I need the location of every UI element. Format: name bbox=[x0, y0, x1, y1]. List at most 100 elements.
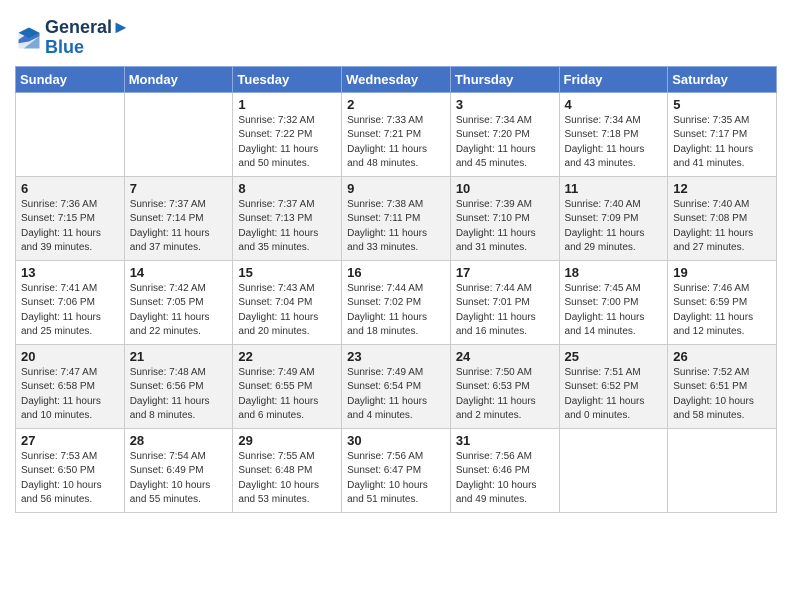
day-info: Sunrise: 7:52 AM Sunset: 6:51 PM Dayligh… bbox=[673, 366, 771, 424]
day-number: 1 bbox=[238, 97, 336, 112]
day-info: Sunrise: 7:44 AM Sunset: 7:02 PM Dayligh… bbox=[347, 282, 445, 340]
calendar-week-3: 13 Sunrise: 7:41 AM Sunset: 7:06 PM Dayli… bbox=[16, 260, 777, 344]
calendar-cell: 4 Sunrise: 7:34 AM Sunset: 7:18 PM Daylig… bbox=[559, 92, 668, 176]
logo: General► Blue bbox=[15, 18, 130, 58]
day-info: Sunrise: 7:49 AM Sunset: 6:55 PM Dayligh… bbox=[238, 366, 336, 424]
weekday-header-sunday: Sunday bbox=[16, 66, 125, 92]
calendar-cell: 22 Sunrise: 7:49 AM Sunset: 6:55 PM Dayli… bbox=[233, 344, 342, 428]
calendar-cell: 13 Sunrise: 7:41 AM Sunset: 7:06 PM Dayli… bbox=[16, 260, 125, 344]
day-number: 16 bbox=[347, 265, 445, 280]
calendar-cell: 16 Sunrise: 7:44 AM Sunset: 7:02 PM Dayli… bbox=[342, 260, 451, 344]
day-info: Sunrise: 7:33 AM Sunset: 7:21 PM Dayligh… bbox=[347, 114, 445, 172]
day-number: 24 bbox=[456, 349, 554, 364]
day-info: Sunrise: 7:37 AM Sunset: 7:13 PM Dayligh… bbox=[238, 198, 336, 256]
calendar-cell: 14 Sunrise: 7:42 AM Sunset: 7:05 PM Dayli… bbox=[124, 260, 233, 344]
day-number: 13 bbox=[21, 265, 119, 280]
day-number: 30 bbox=[347, 433, 445, 448]
day-number: 17 bbox=[456, 265, 554, 280]
calendar-cell: 8 Sunrise: 7:37 AM Sunset: 7:13 PM Daylig… bbox=[233, 176, 342, 260]
calendar-week-5: 27Sunrise: 7:53 AM Sunset: 6:50 PM Dayli… bbox=[16, 428, 777, 512]
day-number: 10 bbox=[456, 181, 554, 196]
calendar-week-1: 1 Sunrise: 7:32 AM Sunset: 7:22 PM Daylig… bbox=[16, 92, 777, 176]
day-info: Sunrise: 7:56 AM Sunset: 6:46 PM Dayligh… bbox=[456, 450, 554, 508]
day-info: Sunrise: 7:55 AM Sunset: 6:48 PM Dayligh… bbox=[238, 450, 336, 508]
logo-icon bbox=[15, 24, 43, 52]
calendar-cell bbox=[559, 428, 668, 512]
day-info: Sunrise: 7:37 AM Sunset: 7:14 PM Dayligh… bbox=[130, 198, 228, 256]
day-info: Sunrise: 7:44 AM Sunset: 7:01 PM Dayligh… bbox=[456, 282, 554, 340]
day-info: Sunrise: 7:53 AM Sunset: 6:50 PM Dayligh… bbox=[21, 450, 119, 508]
weekday-header-thursday: Thursday bbox=[450, 66, 559, 92]
weekday-header-wednesday: Wednesday bbox=[342, 66, 451, 92]
calendar-cell: 28Sunrise: 7:54 AM Sunset: 6:49 PM Dayli… bbox=[124, 428, 233, 512]
calendar-cell: 30 Sunrise: 7:56 AM Sunset: 6:47 PM Dayli… bbox=[342, 428, 451, 512]
calendar-cell: 19 Sunrise: 7:46 AM Sunset: 6:59 PM Dayli… bbox=[668, 260, 777, 344]
logo-text: General► Blue bbox=[45, 18, 130, 58]
day-number: 12 bbox=[673, 181, 771, 196]
day-number: 23 bbox=[347, 349, 445, 364]
day-number: 8 bbox=[238, 181, 336, 196]
page-header: General► Blue bbox=[15, 10, 777, 58]
day-number: 20 bbox=[21, 349, 119, 364]
calendar-week-2: 6Sunrise: 7:36 AM Sunset: 7:15 PM Daylig… bbox=[16, 176, 777, 260]
day-number: 19 bbox=[673, 265, 771, 280]
day-info: Sunrise: 7:47 AM Sunset: 6:58 PM Dayligh… bbox=[21, 366, 119, 424]
calendar-cell bbox=[124, 92, 233, 176]
day-number: 31 bbox=[456, 433, 554, 448]
day-info: Sunrise: 7:48 AM Sunset: 6:56 PM Dayligh… bbox=[130, 366, 228, 424]
day-number: 26 bbox=[673, 349, 771, 364]
day-info: Sunrise: 7:41 AM Sunset: 7:06 PM Dayligh… bbox=[21, 282, 119, 340]
calendar-body: 1 Sunrise: 7:32 AM Sunset: 7:22 PM Daylig… bbox=[16, 92, 777, 512]
calendar-cell: 12 Sunrise: 7:40 AM Sunset: 7:08 PM Dayli… bbox=[668, 176, 777, 260]
calendar-cell: 11 Sunrise: 7:40 AM Sunset: 7:09 PM Dayli… bbox=[559, 176, 668, 260]
calendar-cell: 3Sunrise: 7:34 AM Sunset: 7:20 PM Daylig… bbox=[450, 92, 559, 176]
day-info: Sunrise: 7:46 AM Sunset: 6:59 PM Dayligh… bbox=[673, 282, 771, 340]
day-info: Sunrise: 7:56 AM Sunset: 6:47 PM Dayligh… bbox=[347, 450, 445, 508]
calendar-cell: 2Sunrise: 7:33 AM Sunset: 7:21 PM Daylig… bbox=[342, 92, 451, 176]
calendar-header-row: SundayMondayTuesdayWednesdayThursdayFrid… bbox=[16, 66, 777, 92]
calendar-cell: 6Sunrise: 7:36 AM Sunset: 7:15 PM Daylig… bbox=[16, 176, 125, 260]
day-info: Sunrise: 7:40 AM Sunset: 7:09 PM Dayligh… bbox=[565, 198, 663, 256]
day-info: Sunrise: 7:42 AM Sunset: 7:05 PM Dayligh… bbox=[130, 282, 228, 340]
calendar-cell: 25Sunrise: 7:51 AM Sunset: 6:52 PM Dayli… bbox=[559, 344, 668, 428]
day-number: 22 bbox=[238, 349, 336, 364]
day-info: Sunrise: 7:45 AM Sunset: 7:00 PM Dayligh… bbox=[565, 282, 663, 340]
day-info: Sunrise: 7:35 AM Sunset: 7:17 PM Dayligh… bbox=[673, 114, 771, 172]
day-number: 11 bbox=[565, 181, 663, 196]
weekday-header-saturday: Saturday bbox=[668, 66, 777, 92]
day-info: Sunrise: 7:54 AM Sunset: 6:49 PM Dayligh… bbox=[130, 450, 228, 508]
calendar-cell: 10Sunrise: 7:39 AM Sunset: 7:10 PM Dayli… bbox=[450, 176, 559, 260]
calendar-cell bbox=[668, 428, 777, 512]
day-info: Sunrise: 7:32 AM Sunset: 7:22 PM Dayligh… bbox=[238, 114, 336, 172]
calendar-cell: 7 Sunrise: 7:37 AM Sunset: 7:14 PM Daylig… bbox=[124, 176, 233, 260]
day-info: Sunrise: 7:40 AM Sunset: 7:08 PM Dayligh… bbox=[673, 198, 771, 256]
day-number: 15 bbox=[238, 265, 336, 280]
day-info: Sunrise: 7:49 AM Sunset: 6:54 PM Dayligh… bbox=[347, 366, 445, 424]
day-info: Sunrise: 7:43 AM Sunset: 7:04 PM Dayligh… bbox=[238, 282, 336, 340]
calendar-cell: 26 Sunrise: 7:52 AM Sunset: 6:51 PM Dayli… bbox=[668, 344, 777, 428]
weekday-header-monday: Monday bbox=[124, 66, 233, 92]
day-number: 5 bbox=[673, 97, 771, 112]
day-number: 21 bbox=[130, 349, 228, 364]
day-number: 4 bbox=[565, 97, 663, 112]
calendar-cell: 21 Sunrise: 7:48 AM Sunset: 6:56 PM Dayli… bbox=[124, 344, 233, 428]
day-info: Sunrise: 7:38 AM Sunset: 7:11 PM Dayligh… bbox=[347, 198, 445, 256]
calendar-cell: 17 Sunrise: 7:44 AM Sunset: 7:01 PM Dayli… bbox=[450, 260, 559, 344]
calendar-cell: 1 Sunrise: 7:32 AM Sunset: 7:22 PM Daylig… bbox=[233, 92, 342, 176]
day-info: Sunrise: 7:36 AM Sunset: 7:15 PM Dayligh… bbox=[21, 198, 119, 256]
day-number: 18 bbox=[565, 265, 663, 280]
day-info: Sunrise: 7:34 AM Sunset: 7:18 PM Dayligh… bbox=[565, 114, 663, 172]
day-number: 14 bbox=[130, 265, 228, 280]
calendar-cell: 23 Sunrise: 7:49 AM Sunset: 6:54 PM Dayli… bbox=[342, 344, 451, 428]
calendar-cell: 9 Sunrise: 7:38 AM Sunset: 7:11 PM Daylig… bbox=[342, 176, 451, 260]
calendar-week-4: 20 Sunrise: 7:47 AM Sunset: 6:58 PM Dayli… bbox=[16, 344, 777, 428]
calendar-table: SundayMondayTuesdayWednesdayThursdayFrid… bbox=[15, 66, 777, 513]
day-number: 7 bbox=[130, 181, 228, 196]
day-number: 29 bbox=[238, 433, 336, 448]
day-info: Sunrise: 7:51 AM Sunset: 6:52 PM Dayligh… bbox=[565, 366, 663, 424]
day-info: Sunrise: 7:34 AM Sunset: 7:20 PM Dayligh… bbox=[456, 114, 554, 172]
day-info: Sunrise: 7:50 AM Sunset: 6:53 PM Dayligh… bbox=[456, 366, 554, 424]
weekday-header-friday: Friday bbox=[559, 66, 668, 92]
day-number: 9 bbox=[347, 181, 445, 196]
weekday-header-tuesday: Tuesday bbox=[233, 66, 342, 92]
